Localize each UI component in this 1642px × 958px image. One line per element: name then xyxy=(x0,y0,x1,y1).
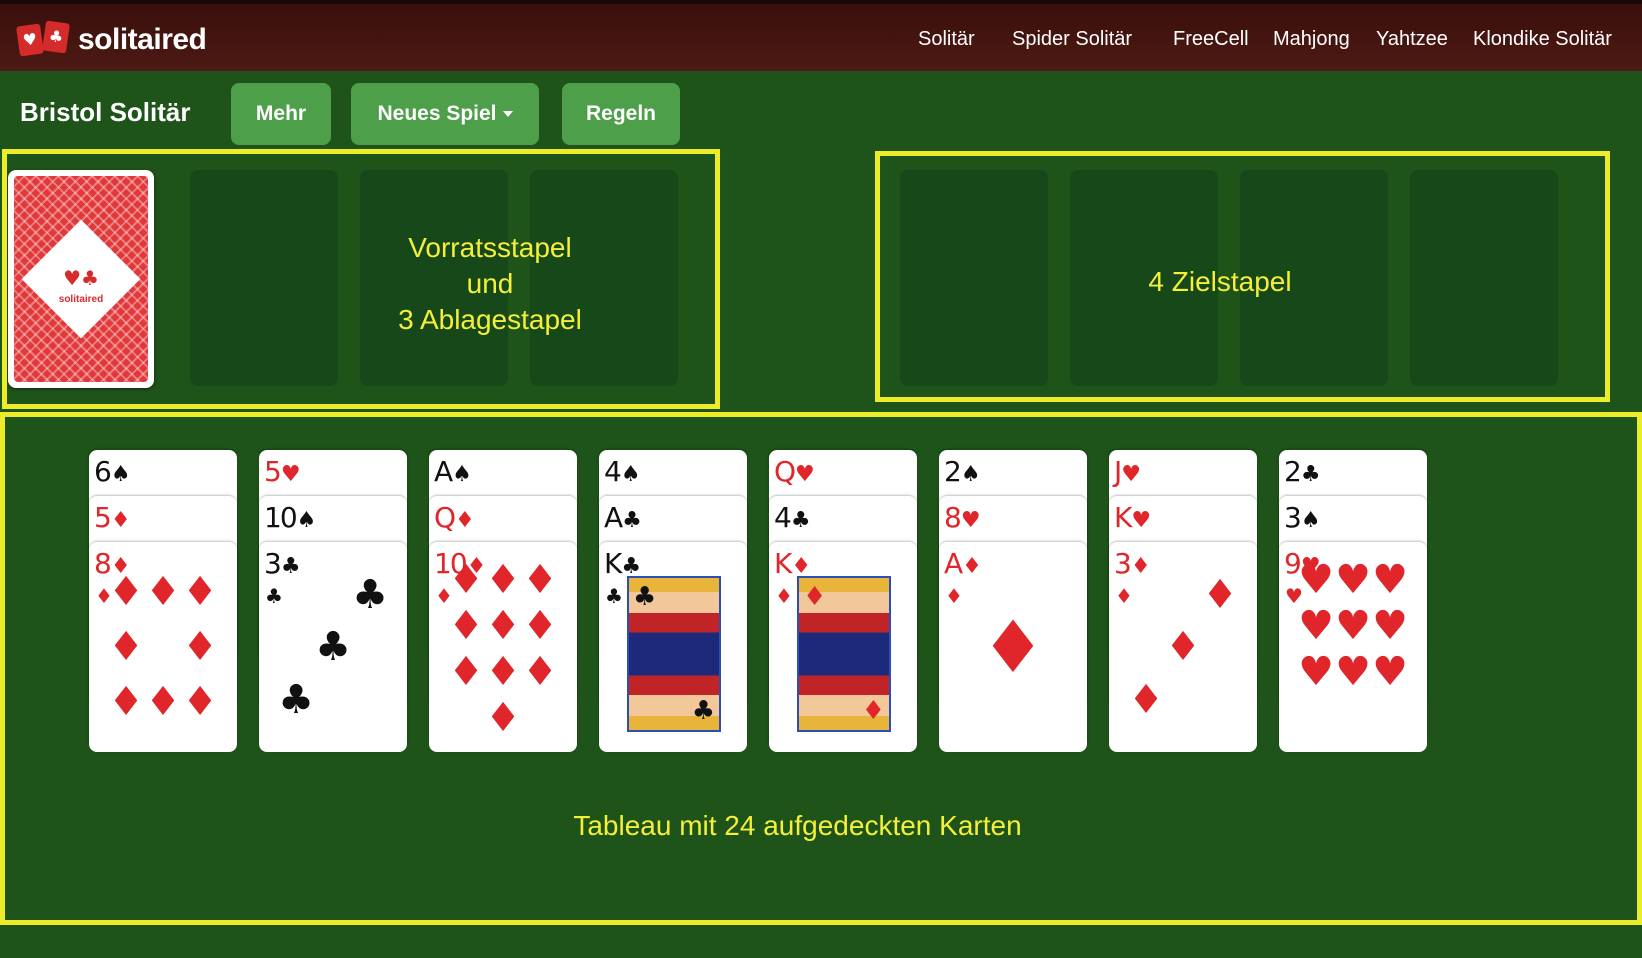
logo-cards-icon: ♥ ♣ xyxy=(16,20,72,58)
new-game-button[interactable]: Neues Spiel xyxy=(351,83,539,145)
nav-link-freecell[interactable]: FreeCell xyxy=(1173,28,1249,51)
nav-link-spider-solitaer[interactable]: Spider Solitär xyxy=(1012,28,1132,51)
tableau-area-label: Tableau mit 24 aufgedeckten Karten xyxy=(573,810,1022,841)
nav-link-solitaer[interactable]: Solitär xyxy=(918,28,975,51)
rules-button-label: Regeln xyxy=(585,102,656,125)
more-button-label: Mehr xyxy=(255,102,307,125)
nav-link-yahtzee[interactable]: Yahtzee xyxy=(1376,28,1448,51)
foundation-area-label: 4 Zielstapel xyxy=(1148,266,1292,297)
top-navbar: ♥ ♣ solitaired Solitär Spider Solitär Fr… xyxy=(0,0,1642,71)
site-logo[interactable]: ♥ ♣ solitaired xyxy=(16,20,207,58)
new-game-button-label: Neues Spiel xyxy=(377,102,497,125)
more-button[interactable]: Mehr xyxy=(231,83,331,145)
logo-text: solitaired xyxy=(78,23,207,56)
nav-link-klondike-solitaer[interactable]: Klondike Solitär xyxy=(1473,28,1612,51)
rules-button[interactable]: Regeln xyxy=(562,83,680,145)
tableau-area-highlight xyxy=(0,412,1642,925)
stock-area-label: Vorratsstapel und 3 Ablagestapel xyxy=(398,232,582,335)
nav-link-mahjong[interactable]: Mahjong xyxy=(1273,28,1350,51)
caret-down-icon xyxy=(502,111,513,117)
page-title: Bristol Solitär xyxy=(20,97,191,127)
